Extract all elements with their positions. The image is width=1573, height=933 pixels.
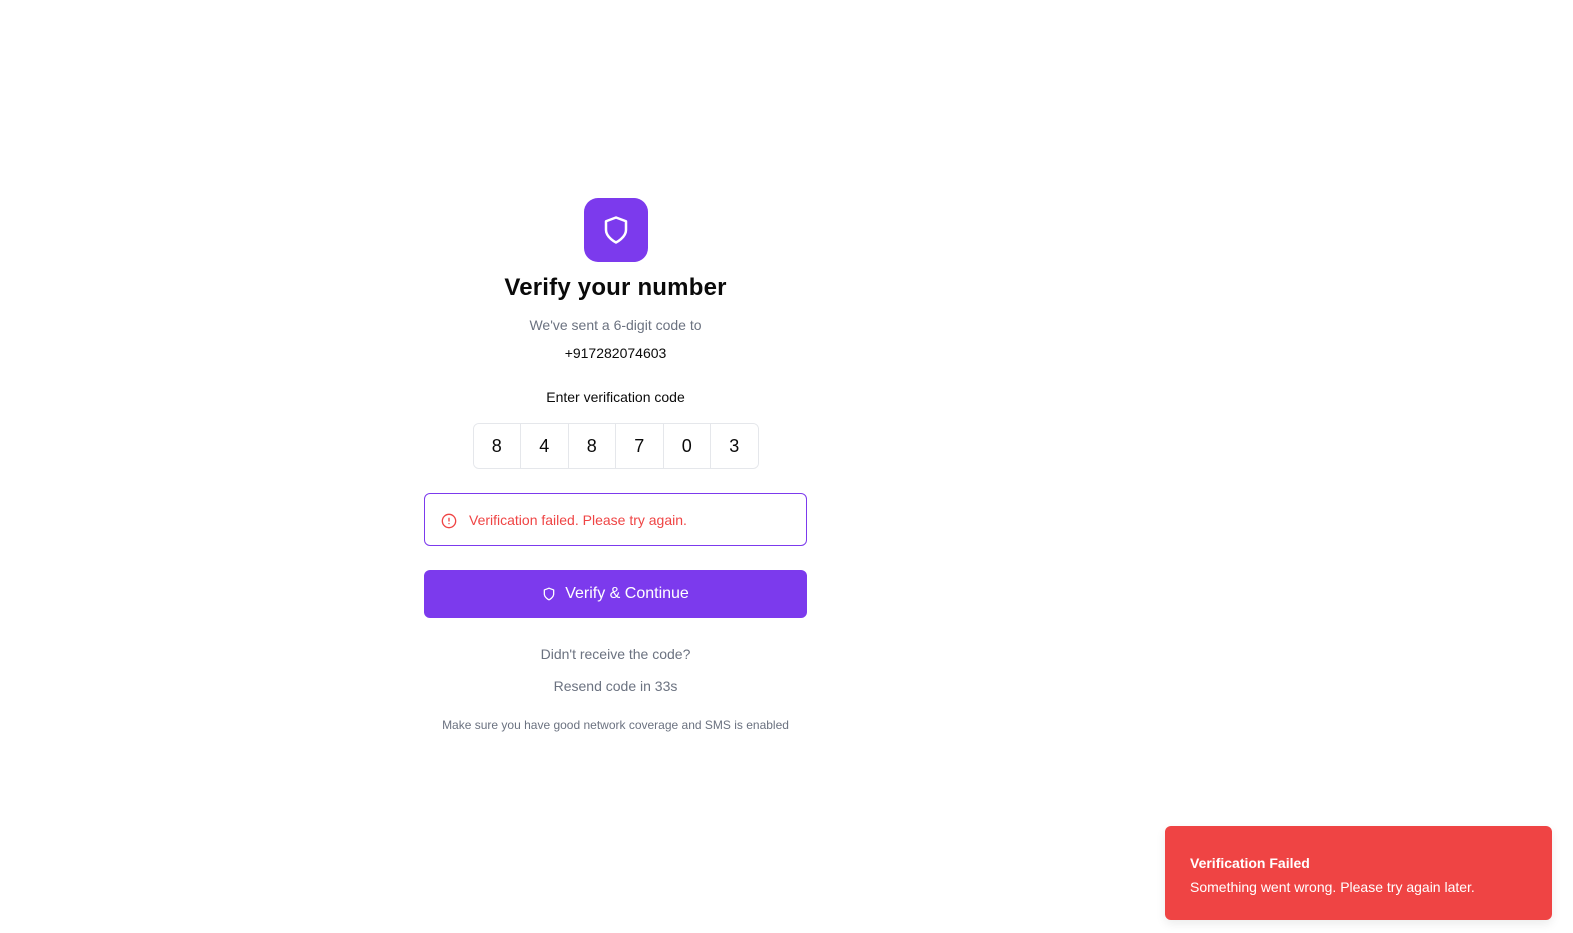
- otp-digit-4[interactable]: 7: [616, 424, 664, 468]
- shield-icon: [601, 215, 631, 245]
- code-label: Enter verification code: [546, 389, 685, 405]
- verification-card: Verify your number We've sent a 6-digit …: [424, 198, 807, 733]
- otp-digit-6[interactable]: 3: [711, 424, 758, 468]
- verify-continue-button[interactable]: Verify & Continue: [424, 570, 807, 618]
- toast-title: Verification Failed: [1190, 855, 1310, 871]
- error-toast: Verification Failed Something went wrong…: [1165, 826, 1552, 920]
- alert-circle-icon: [441, 513, 457, 529]
- otp-digit-1[interactable]: 8: [473, 424, 521, 468]
- error-alert: Verification failed. Please try again.: [424, 493, 807, 546]
- toast-description: Something went wrong. Please try again l…: [1190, 879, 1475, 895]
- shield-icon: [542, 587, 556, 601]
- otp-digit-2[interactable]: 4: [521, 424, 569, 468]
- otp-digit-3[interactable]: 8: [568, 424, 616, 468]
- phone-number: +917282074603: [564, 345, 667, 361]
- logo-badge: [583, 198, 648, 262]
- network-hint: Make sure you have good network coverage…: [442, 718, 789, 732]
- verify-button-label: Verify & Continue: [565, 585, 689, 602]
- otp-digit-5[interactable]: 0: [663, 424, 711, 468]
- no-code-text: Didn't receive the code?: [540, 646, 691, 662]
- otp-input-group: 8 4 8 7 0 3: [472, 423, 759, 469]
- page-subtitle: We've sent a 6-digit code to: [529, 317, 702, 333]
- page-title: Verify your number: [504, 274, 727, 301]
- resend-countdown[interactable]: Resend code in 33s: [424, 676, 807, 696]
- error-message: Verification failed. Please try again.: [469, 511, 687, 528]
